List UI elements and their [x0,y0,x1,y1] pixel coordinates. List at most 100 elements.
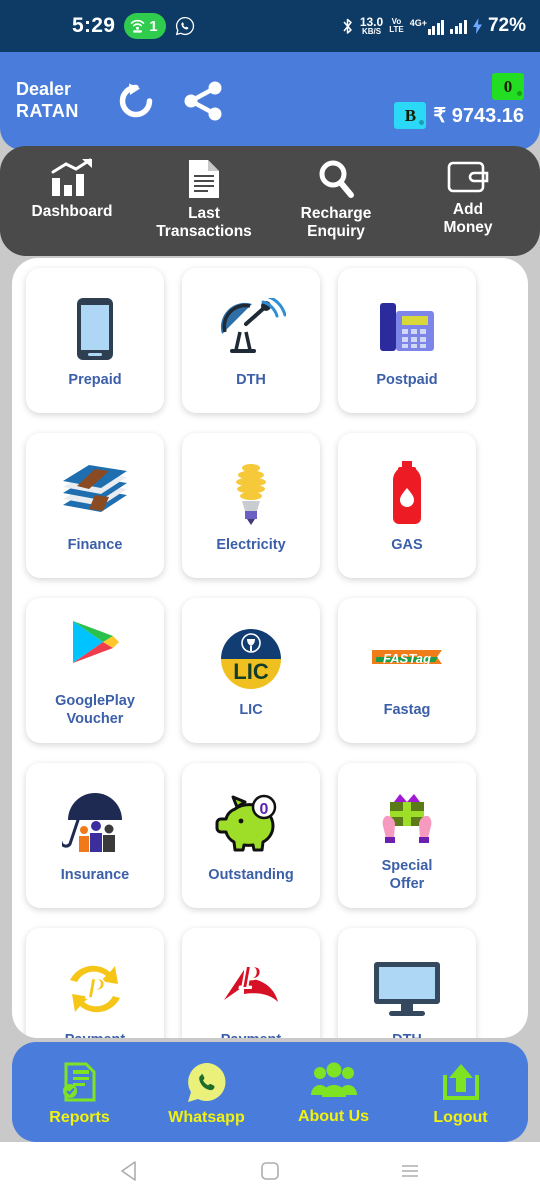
service-tile-prepaid[interactable]: Prepaid [26,268,164,413]
bar-chart-icon [51,158,92,196]
bottom-nav-reports-label: Reports [49,1109,110,1126]
whatsapp-icon [175,16,194,36]
service-tile-dth[interactable]: DTH [182,268,320,413]
wallet-icon [447,161,489,193]
quick-menu-bar: Dashboard Last Transactions Recharge Enq… [0,146,540,256]
services-panel: Prepaid DTH Postpaid Finance Electricity… [12,258,528,1038]
bottom-navigation: Reports Whatsapp About Us Logout [12,1042,528,1142]
services-grid: Prepaid DTH Postpaid Finance Electricity… [26,268,514,1038]
recurring-payment-icon: P [60,952,130,1026]
refresh-icon[interactable] [115,80,157,122]
wallet-secondary-badge: B [394,102,427,129]
magnifier-icon [319,160,354,198]
fastag-logo-icon: FASTag [368,622,446,696]
network-indicator: 4G+ [410,18,445,35]
battery-percentage: 72% [487,15,526,36]
bottom-nav-whatsapp[interactable]: Whatsapp [143,1061,270,1127]
service-tile-special-offer[interactable]: Special Offer [338,763,476,908]
svg-text:LIC: LIC [233,659,269,684]
service-tile-insurance[interactable]: Insurance [26,763,164,908]
bottom-nav-logout-label: Logout [433,1109,488,1126]
android-navigation-bar [0,1142,540,1200]
balance-area[interactable]: 0 B ₹ 9743.16 [394,73,524,129]
gas-cylinder-icon [385,457,429,531]
signal-bars-secondary [450,19,467,34]
lic-logo-icon: LIC [220,622,282,696]
wallet-primary-badge: 0 [492,73,524,100]
service-tile-postpaid[interactable]: Postpaid [338,268,476,413]
service-tile-postpaid-label: Postpaid [376,371,438,388]
svg-text:FASTag: FASTag [383,651,431,666]
service-tile-payment-arrow-label: Payment [221,1032,281,1038]
tv-monitor-icon [371,952,443,1026]
payment-arrow-icon: P [216,952,286,1026]
svg-text:0: 0 [260,801,269,818]
document-icon [189,160,219,198]
service-tile-gas[interactable]: GAS [338,433,476,578]
menu-item-dashboard-label: Dashboard [31,203,113,220]
header-actions [115,80,225,122]
hotspot-icon [130,19,145,33]
service-tile-insurance-label: Insurance [60,866,130,883]
service-tile-googleplay-voucher[interactable]: GooglePlay Voucher [26,598,164,743]
service-tile-dth-label: DTH [236,371,266,388]
umbrella-family-icon [62,787,128,861]
bottom-nav-reports[interactable]: Reports [16,1061,143,1127]
service-tile-dth-tv[interactable]: DTH [338,928,476,1038]
bluetooth-icon [343,18,352,34]
whatsapp-icon [187,1063,225,1102]
service-tile-payment-recurring-label: Payment [65,1032,125,1038]
service-tile-electricity[interactable]: Electricity [182,433,320,578]
service-tile-fastag[interactable]: FASTag Fastag [338,598,476,743]
dealer-info: Dealer RATAN [16,79,79,123]
wallet-secondary-row: B ₹ 9743.16 [394,102,524,129]
service-tile-finance[interactable]: Finance [26,433,164,578]
report-document-icon [62,1062,95,1102]
menu-item-last-transactions-label: Last Transactions [156,205,252,240]
menu-item-add-money-label: Add Money [443,201,493,236]
people-group-icon [310,1062,357,1097]
app-header: Dealer RATAN 0 B ₹ 9743.16 [0,52,540,150]
bottom-nav-logout[interactable]: Logout [397,1061,524,1127]
logout-upload-icon [442,1064,479,1100]
menu-item-dashboard[interactable]: Dashboard [6,158,138,221]
light-bulb-icon [228,457,274,531]
svg-text:P: P [239,959,261,996]
service-tile-outstanding[interactable]: 0 Outstanding [182,763,320,908]
status-bar: 5:29 1 13.0 KB/S Vo LTE 4G+ 72% [0,0,540,52]
service-tile-prepaid-label: Prepaid [68,371,122,388]
google-play-icon [67,613,123,687]
menu-item-last-transactions[interactable]: Last Transactions [138,158,270,241]
volte-indicator: Vo LTE [389,18,404,34]
dealer-name: RATAN [16,101,79,121]
hotspot-indicator: 1 [124,13,166,39]
signal-bars-primary [427,19,445,35]
back-triangle-icon[interactable] [117,1158,143,1184]
share-icon[interactable] [183,81,225,121]
service-tile-gas-label: GAS [391,536,423,553]
service-tile-payment-arrow[interactable]: P Payment [182,928,320,1038]
menu-item-add-money[interactable]: Add Money [402,158,534,237]
dealer-role-label: Dealer [16,79,72,100]
service-tile-fastag-label: Fastag [383,701,431,718]
service-tile-electricity-label: Electricity [216,536,286,553]
service-tile-outstanding-label: Outstanding [208,866,294,883]
menu-item-recharge-enquiry[interactable]: Recharge Enquiry [270,158,402,241]
network-label: 4G+ [409,17,427,28]
service-tile-dth-tv-label: DTH [392,1032,422,1038]
data-speed-indicator: 13.0 KB/S [360,16,383,36]
menu-item-recharge-enquiry-label: Recharge Enquiry [300,205,372,240]
service-tile-lic-label: LIC [239,701,263,718]
status-bar-left: 5:29 1 [14,13,195,39]
bottom-nav-about-us[interactable]: About Us [270,1062,397,1126]
home-square-icon[interactable] [257,1158,283,1184]
service-tile-special-offer-label: Special Offer [381,858,433,892]
charging-bolt-icon [472,18,482,34]
gift-hands-icon [376,778,438,852]
service-tile-payment-recurring[interactable]: P Payment [26,928,164,1038]
service-tile-lic[interactable]: LIC LIC [182,598,320,743]
bottom-nav-about-us-label: About Us [297,1108,370,1125]
data-speed-unit: KB/S [361,27,382,36]
bottom-nav-whatsapp-label: Whatsapp [168,1109,245,1126]
recents-menu-icon[interactable] [397,1158,423,1184]
